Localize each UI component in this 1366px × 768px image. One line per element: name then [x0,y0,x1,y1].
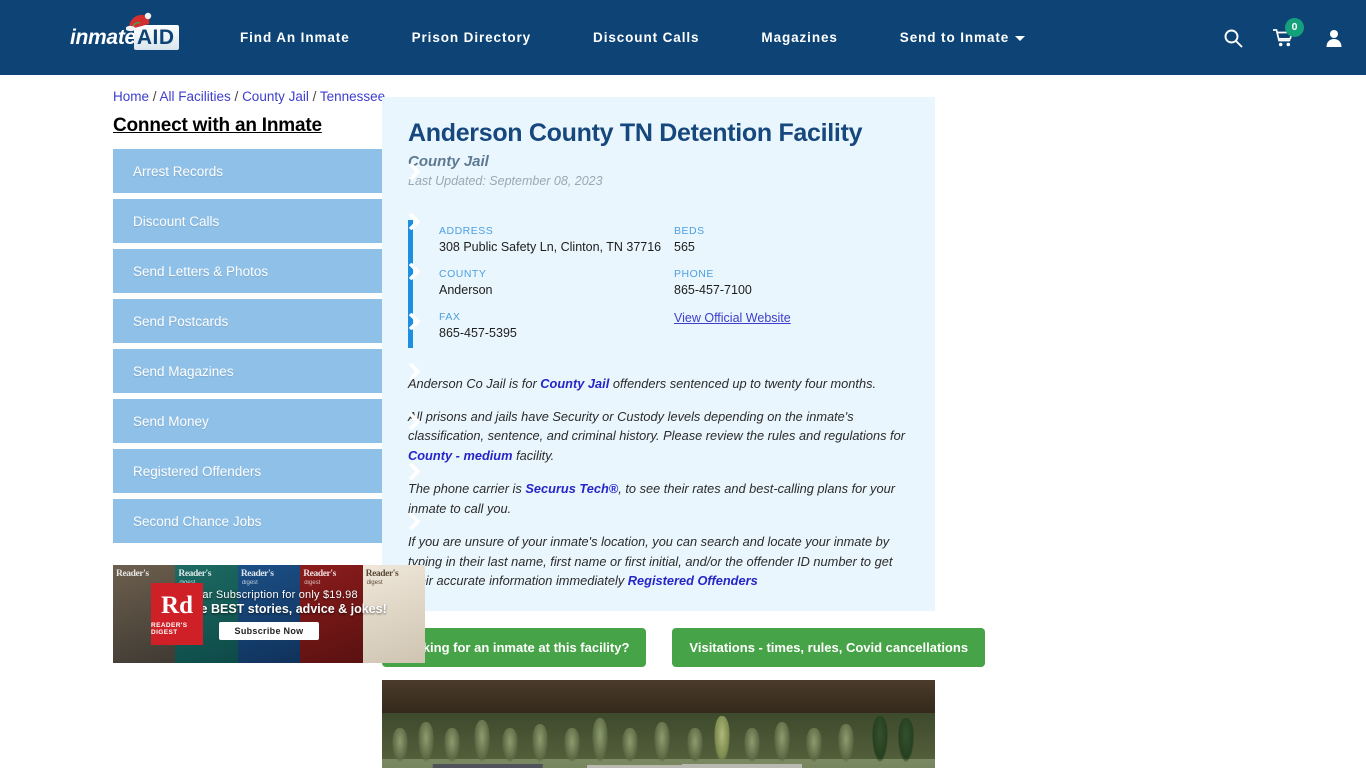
breadcrumb-item-county-jail[interactable]: County Jail [242,89,309,104]
detail-address: ADDRESS 308 Public Safety Ln, Clinton, T… [439,225,674,254]
cart-count-badge: 0 [1285,17,1304,37]
detail-value: 865-457-5395 [439,325,517,340]
facility-details-left-column: ADDRESS 308 Public Safety Ln, Clinton, T… [439,225,674,340]
primary-nav-links: Find An Inmate Prison Directory Discount… [240,20,1189,55]
site-logo[interactable]: inmateAID [70,12,188,55]
link-county-medium[interactable]: County - medium [408,448,513,463]
detail-beds: BEDS 565 [674,225,909,254]
ad-brand-initials: Rd [161,591,193,619]
ad-cover-subtitle: digest [304,580,321,586]
facility-action-buttons: Looking for an inmate at this facility? … [382,628,1366,668]
ad-cover-title: Reader's [240,569,274,579]
detail-fax: FAX 865-457-5395 [439,311,674,340]
detail-official-website: View Official Website [674,311,909,325]
nav-link-magazines[interactable]: Magazines [761,20,837,55]
ad-brand-logo: Rd READER'S DIGEST [151,583,203,645]
ad-cover-image: Reader's digest [300,565,363,663]
page-title: Anderson County TN Detention Facility [408,119,863,147]
ad-cover-image: Reader's digest [237,565,301,663]
detail-label: BEDS [674,224,705,237]
logo-wordmark: inmateAID [70,24,179,50]
page-body: Home / All Facilities / County Jail / Te… [0,75,1366,768]
detail-phone: PHONE 865-457-7100 [674,268,909,297]
ad-cover-title: Reader's [178,569,212,579]
visitations-button[interactable]: Visitations - times, rules, Covid cancel… [672,628,986,668]
ad-brand-name: READER'S DIGEST [151,621,188,636]
breadcrumb: Home / All Facilities / County Jail / Te… [113,89,385,115]
link-securus-tech[interactable]: Securus Tech® [525,481,618,496]
paragraph-text: facility. [512,448,555,464]
breadcrumb-separator: / [308,89,320,104]
facility-description: Anderson Co Jail is for County Jail offe… [408,374,909,591]
breadcrumb-item-home[interactable]: Home [113,89,149,104]
ad-cover-image: Reader's digest [362,565,425,663]
facility-info-panel: Anderson County TN Detention Facility Co… [382,97,935,612]
cart-icon[interactable]: 0 [1273,17,1304,48]
nav-link-find-an-inmate[interactable]: Find An Inmate [240,20,350,55]
facility-details-block: ADDRESS 308 Public Safety Ln, Clinton, T… [408,219,909,348]
nav-link-send-to-inmate[interactable]: Send to Inmate [899,20,1026,55]
paragraph-text: Anderson Co Jail is for [408,375,541,391]
detail-label: PHONE [674,267,714,280]
description-paragraph-4: If you are unsure of your inmate's locat… [408,532,909,591]
last-updated-text: Last Updated: September 08, 2023 [408,173,603,188]
nav-link-prison-directory[interactable]: Prison Directory [412,20,531,55]
description-paragraph-1: Anderson Co Jail is for County Jail offe… [408,374,909,394]
detail-label: FAX [439,310,461,323]
chevron-down-icon [1015,35,1026,41]
ad-cover-subtitle: digest [366,580,383,586]
nav-link-send-to-inmate-label: Send to Inmate [899,30,1010,45]
santa-hat-icon [126,12,152,31]
ad-cover-subtitle: digest [241,580,258,586]
ad-cover-title: Reader's [116,569,149,579]
breadcrumb-separator: / [149,89,160,104]
detail-value: 308 Public Safety Ln, Clinton, TN 37716 [439,239,662,254]
facility-details-right-column: BEDS 565 PHONE 865-457-7100 View Officia… [674,225,909,340]
detail-value: 565 [674,239,695,254]
view-official-website-link[interactable]: View Official Website [674,311,791,325]
facility-aerial-photo [382,680,935,768]
left-column: Home / All Facilities / County Jail / Te… [0,75,435,768]
paragraph-text: The phone carrier is [408,481,526,497]
detail-value: Anderson [439,282,493,297]
description-paragraph-3: The phone carrier is Securus Tech®, to s… [408,479,909,519]
search-icon[interactable] [1223,28,1243,48]
detail-value: 865-457-7100 [674,282,752,297]
description-paragraph-2: All prisons and jails have Security or C… [408,407,909,466]
breadcrumb-item-all-facilities[interactable]: All Facilities [160,89,231,104]
link-county-jail[interactable]: County Jail [540,376,609,391]
ad-cover-title: Reader's [303,569,336,579]
paragraph-text: All prisons and jails have Security or C… [408,408,905,444]
link-registered-offenders[interactable]: Registered Offenders [628,573,758,588]
breadcrumb-separator: / [230,89,243,104]
nav-link-discount-calls[interactable]: Discount Calls [593,20,699,55]
advertisement-banner[interactable]: Reader's Reader's digest Reader's digest… [113,565,425,663]
detail-county: COUNTY Anderson [439,268,674,297]
top-navigation-bar: inmateAID Find An Inmate Prison Director… [0,0,1366,75]
facility-type: County Jail [408,152,489,170]
detail-label: COUNTY [439,267,487,280]
nav-icon-group: 0 [1223,17,1344,48]
ad-cover-title: Reader's [365,569,399,579]
paragraph-text: offenders sentenced up to twenty four mo… [609,375,877,391]
detail-label: ADDRESS [439,224,494,237]
sidebar-heading: Connect with an Inmate [113,115,322,136]
user-icon[interactable] [1324,28,1344,48]
right-column: Anderson County TN Detention Facility Co… [345,75,1366,768]
